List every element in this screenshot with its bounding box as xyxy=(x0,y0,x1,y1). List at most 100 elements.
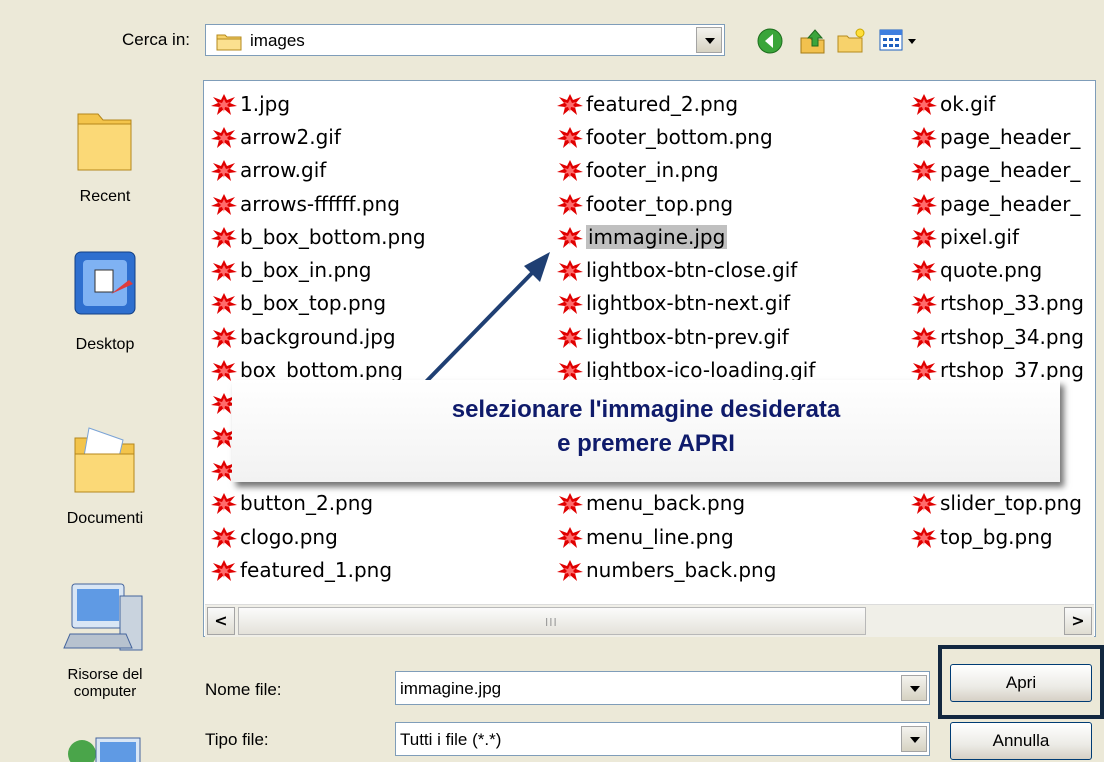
file-item[interactable]: featured_2.png xyxy=(556,87,815,120)
file-item[interactable]: menu_line.png xyxy=(556,520,815,553)
image-file-icon xyxy=(910,525,938,549)
image-file-icon xyxy=(210,158,238,182)
image-file-icon xyxy=(556,491,584,515)
places-my-computer[interactable]: Risorse del computer xyxy=(40,578,170,700)
image-file-icon xyxy=(210,92,238,116)
chevron-down-icon[interactable] xyxy=(901,675,927,701)
file-item[interactable]: featured_1.png xyxy=(210,553,426,586)
file-name: lightbox-ico-loading.gif xyxy=(586,358,816,383)
cancel-button[interactable]: Annulla xyxy=(950,722,1092,760)
places-label: Risorse del computer xyxy=(67,666,143,700)
file-list[interactable]: 1.jpg arrow2.gif arrow.gif arrows-ffffff.pn… xyxy=(203,80,1096,637)
chevron-down-icon[interactable] xyxy=(696,27,722,53)
places-documents[interactable]: Documenti xyxy=(40,420,170,528)
file-item[interactable]: button_2.png xyxy=(210,487,426,520)
file-item[interactable]: rtshop_34.png xyxy=(910,320,1090,353)
file-item[interactable]: footer_top.png xyxy=(556,187,815,220)
filetype-select[interactable]: Tutti i file (*.*) xyxy=(395,722,930,756)
image-file-icon xyxy=(210,225,238,249)
file-item[interactable]: arrow.gif xyxy=(210,154,426,187)
file-item[interactable]: quote.png xyxy=(910,253,1090,286)
file-item[interactable]: arrows-ffffff.png xyxy=(210,187,426,220)
file-item[interactable]: background.jpg xyxy=(210,320,426,353)
file-name: menu_line.png xyxy=(586,524,734,549)
scroll-left-button[interactable]: < xyxy=(207,607,235,635)
file-item[interactable]: immagine.jpg xyxy=(556,220,815,253)
file-item[interactable]: b_box_bottom.png xyxy=(210,220,426,253)
back-icon[interactable] xyxy=(755,26,785,56)
file-name: footer_in.png xyxy=(586,158,719,183)
look-in-dropdown[interactable]: images xyxy=(205,24,725,56)
file-item[interactable]: clogo.png xyxy=(210,520,426,553)
places-label: Desktop xyxy=(75,336,135,353)
file-name: arrow.gif xyxy=(240,158,327,183)
file-item[interactable]: page_header_ xyxy=(910,187,1090,220)
new-folder-icon[interactable] xyxy=(836,26,866,56)
file-item[interactable]: lightbox-btn-prev.gif xyxy=(556,320,815,353)
horizontal-scrollbar[interactable]: < III > xyxy=(205,604,1094,637)
image-file-icon xyxy=(556,192,584,216)
file-name: b_box_top.png xyxy=(240,291,387,316)
scroll-thumb[interactable]: III xyxy=(238,607,866,635)
desktop-icon xyxy=(74,251,136,315)
file-item[interactable]: lightbox-btn-next.gif xyxy=(556,287,815,320)
image-file-icon xyxy=(910,225,938,249)
annotation-callout: selezionare l'immagine desiderata e prem… xyxy=(232,380,1060,482)
file-name: page_header_ xyxy=(940,158,1081,183)
image-file-icon xyxy=(210,192,238,216)
file-item[interactable]: top_bg.png xyxy=(910,520,1090,553)
file-item[interactable]: b_box_in.png xyxy=(210,253,426,286)
file-item[interactable]: page_header_ xyxy=(910,120,1090,153)
file-item[interactable]: page_header_ xyxy=(910,154,1090,187)
image-file-icon xyxy=(556,558,584,582)
places-label: Recent xyxy=(79,188,131,205)
file-name: ok.gif xyxy=(940,91,996,116)
image-file-icon xyxy=(910,291,938,315)
file-name: immagine.jpg xyxy=(586,224,728,249)
file-item[interactable]: menu_back.png xyxy=(556,487,815,520)
look-in-value: images xyxy=(250,31,305,50)
file-name: footer_top.png xyxy=(586,191,734,216)
image-file-icon xyxy=(210,291,238,315)
file-item[interactable]: footer_in.png xyxy=(556,154,815,187)
annotation-arrow xyxy=(416,252,550,392)
scroll-right-button[interactable]: > xyxy=(1064,607,1092,635)
file-name: rtshop_34.png xyxy=(940,324,1084,349)
places-recent[interactable]: Recent xyxy=(40,98,170,206)
file-item[interactable]: footer_bottom.png xyxy=(556,120,815,153)
annotation-line1: selezionare l'immagine desiderata xyxy=(451,396,841,423)
file-name: box_bottom.png xyxy=(240,358,403,383)
file-name: rtshop_33.png xyxy=(940,291,1084,316)
file-item[interactable]: b_box_top.png xyxy=(210,287,426,320)
file-name: b_box_bottom.png xyxy=(240,224,426,249)
file-name: lightbox-btn-next.gif xyxy=(586,291,791,316)
places-label: Documenti xyxy=(66,510,144,527)
filename-field[interactable]: immagine.jpg xyxy=(395,671,930,705)
file-item[interactable]: pixel.gif xyxy=(910,220,1090,253)
file-name: top_bg.png xyxy=(940,524,1053,549)
file-item[interactable]: numbers_back.png xyxy=(556,553,815,586)
file-name: slider_top.png xyxy=(940,491,1082,516)
look-in-label: Cerca in: xyxy=(121,30,190,49)
file-item[interactable]: arrow2.gif xyxy=(210,120,426,153)
file-item[interactable]: ok.gif xyxy=(910,87,1090,120)
up-folder-icon[interactable] xyxy=(798,26,828,56)
image-file-icon xyxy=(210,325,238,349)
image-file-icon xyxy=(210,125,238,149)
file-item[interactable]: rtshop_33.png xyxy=(910,287,1090,320)
file-item[interactable]: 1.jpg xyxy=(210,87,426,120)
open-button[interactable]: Apri xyxy=(950,664,1092,702)
file-item[interactable]: slider_top.png xyxy=(910,487,1090,520)
view-menu-icon[interactable] xyxy=(878,26,928,56)
file-name: quote.png xyxy=(940,258,1043,283)
network-icon xyxy=(58,728,148,762)
chevron-down-icon[interactable] xyxy=(901,726,927,752)
places-desktop[interactable]: Desktop xyxy=(40,246,170,354)
file-name: arrows-ffffff.png xyxy=(240,191,400,216)
file-name: clogo.png xyxy=(240,524,338,549)
file-item[interactable]: lightbox-btn-close.gif xyxy=(556,253,815,286)
file-name: featured_2.png xyxy=(586,91,739,116)
image-file-icon xyxy=(556,125,584,149)
image-file-icon xyxy=(210,358,238,382)
image-file-icon xyxy=(210,558,238,582)
